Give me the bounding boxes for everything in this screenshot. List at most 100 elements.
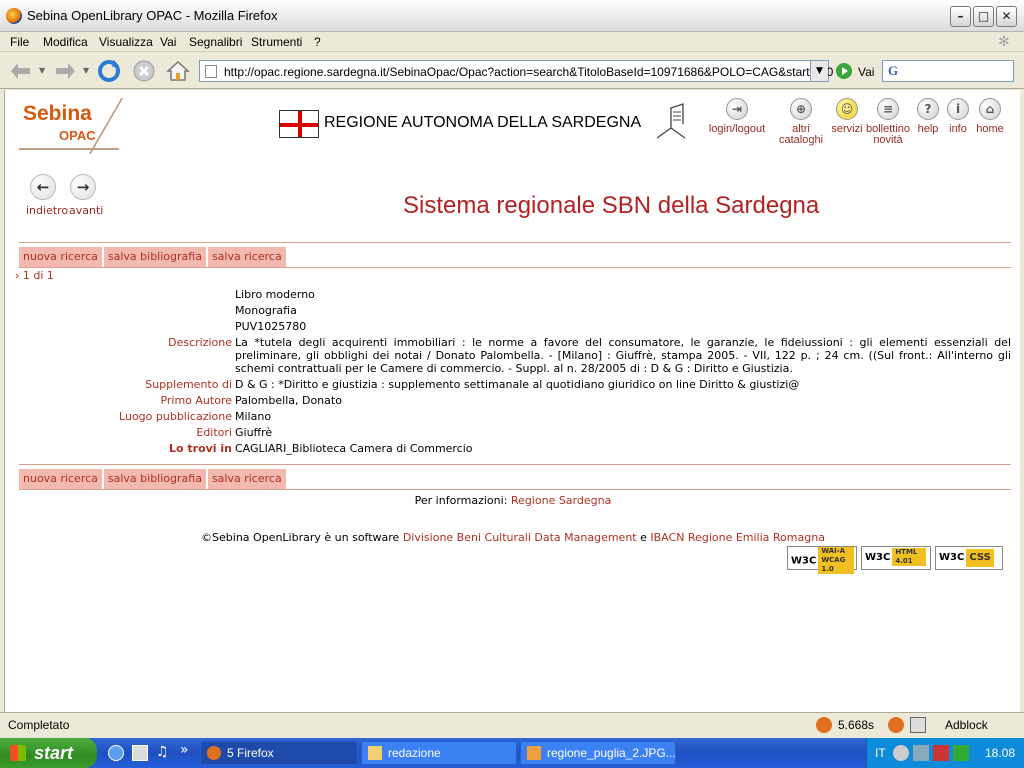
location-value[interactable]: CAGLIARI_Biblioteca Camera di Commercio: [235, 442, 1011, 458]
status-bar: Completato 5.668s Adblock: [0, 712, 1024, 736]
info-line: Per informazioni: Regione Sardegna: [414, 494, 612, 507]
desktop-icon[interactable]: [132, 745, 148, 761]
task-redazione[interactable]: redazione: [361, 741, 517, 765]
go-icon[interactable]: [836, 63, 852, 79]
ibacn-link[interactable]: IBACN Regione Emilia Romagna: [650, 531, 825, 544]
new-search-button[interactable]: nuova ricerca: [19, 469, 102, 489]
back-link[interactable]: indietro: [26, 204, 68, 217]
altri-cataloghi-link[interactable]: ⊕ altri cataloghi: [775, 98, 827, 146]
media-icon[interactable]: ♫: [156, 744, 169, 760]
sebina-logo[interactable]: Sebina OPAC: [19, 98, 124, 154]
menu-visualizza[interactable]: Visualizza: [99, 35, 153, 49]
menu-strumenti[interactable]: Strumenti: [251, 35, 302, 49]
description-value: La *tutela degli acquirenti immobiliari …: [235, 336, 1011, 375]
window-title: Sebina OpenLibrary OPAC - Mozilla Firefo…: [27, 8, 278, 23]
reload-icon[interactable]: [96, 58, 122, 84]
stop-icon[interactable]: [131, 58, 157, 84]
page-info-icon[interactable]: [910, 717, 926, 733]
regione-sardegna-link[interactable]: Regione Sardegna: [511, 494, 611, 507]
copyright-line: ©Sebina OpenLibrary è un software Divisi…: [201, 531, 825, 544]
network-icon[interactable]: [913, 745, 929, 761]
home-link[interactable]: ⌂ home: [975, 98, 1005, 135]
forward-arrow-icon[interactable]: [52, 58, 78, 84]
login-icon: ⇥: [726, 98, 748, 120]
chevron-right-icon[interactable]: »: [180, 742, 189, 758]
task-image-viewer[interactable]: regione_puglia_2.JPG...: [520, 741, 676, 765]
login-logout-link[interactable]: ⇥ login/logout: [705, 98, 769, 135]
status-text: Completato: [8, 718, 70, 732]
data-management-link[interactable]: Divisione Beni Culturali Data Management: [403, 531, 637, 544]
browser-window: Sebina OpenLibrary OPAC - Mozilla Firefo…: [0, 0, 1024, 738]
servizi-link[interactable]: ☺ servizi: [827, 98, 867, 135]
address-bar[interactable]: http://opac.regione.sardegna.it/SebinaOp…: [199, 60, 833, 82]
firefox-status-icon[interactable]: [888, 717, 904, 733]
forward-dropdown-icon[interactable]: ▼: [83, 66, 89, 75]
info-icon: i: [947, 98, 969, 120]
menu-vai[interactable]: Vai: [160, 35, 176, 49]
bollettino-novita-link[interactable]: ≡ bollettino novità: [863, 98, 913, 146]
task-firefox[interactable]: 5 Firefox: [200, 741, 358, 765]
home-icon[interactable]: [165, 58, 191, 84]
info-link[interactable]: i info: [945, 98, 971, 135]
save-search-button[interactable]: salva ricerca: [207, 469, 286, 489]
security-icon[interactable]: [933, 745, 949, 761]
pager[interactable]: › 1 di 1: [15, 269, 54, 282]
page-content: Sebina OPAC REGIONE AUTONOMA DELLA SARDE…: [4, 90, 1020, 712]
firefox-icon: [6, 8, 22, 24]
back-arrow-icon[interactable]: ←: [30, 174, 56, 200]
place-value: Milano: [235, 410, 272, 423]
chevron-right-icon: ›: [15, 269, 20, 282]
tray-icon[interactable]: [893, 745, 909, 761]
help-link[interactable]: ? help: [915, 98, 941, 135]
forward-arrow-icon[interactable]: →: [70, 174, 96, 200]
publisher-value[interactable]: Giuffrè: [235, 426, 1011, 442]
menu-help[interactable]: ?: [314, 35, 321, 49]
bottom-action-bar: nuova ricerca salva bibliografia salva ric…: [19, 467, 288, 489]
update-icon[interactable]: [953, 745, 969, 761]
language-indicator[interactable]: IT: [875, 746, 886, 760]
smiley-icon: ☺: [836, 98, 858, 120]
region-title: REGIONE AUTONOMA DELLA SARDEGNA: [324, 114, 642, 131]
system-tray: IT 18.08: [866, 738, 1024, 768]
ie-icon[interactable]: [108, 745, 124, 761]
record-detail: Libro moderno Monografia PUV1025780 Desc…: [19, 288, 1011, 458]
title-bar: Sebina OpenLibrary OPAC - Mozilla Firefo…: [0, 0, 1024, 32]
html-badge[interactable]: W3C HTML 4.01: [861, 546, 931, 570]
save-bibliography-button[interactable]: salva bibliografia: [103, 247, 206, 267]
close-button[interactable]: ✕: [996, 6, 1017, 27]
wai-badge[interactable]: W3CWAI-A WCAG 1.0: [787, 546, 857, 574]
google-search-box[interactable]: G: [882, 60, 1014, 82]
back-dropdown-icon[interactable]: ▼: [39, 66, 45, 75]
minimize-button[interactable]: –: [950, 6, 971, 27]
css-badge[interactable]: W3C CSS: [935, 546, 1003, 570]
help-icon: ?: [917, 98, 939, 120]
new-search-button[interactable]: nuova ricerca: [19, 247, 102, 267]
page-icon: [205, 65, 217, 78]
sardinia-flag-icon: [279, 110, 319, 138]
start-button[interactable]: start: [0, 738, 97, 768]
maximize-button[interactable]: □: [973, 6, 994, 27]
google-icon: G: [888, 63, 899, 78]
timer-icon: [816, 717, 832, 733]
go-button[interactable]: Vai: [858, 65, 874, 79]
menu-modifica[interactable]: Modifica: [43, 35, 88, 49]
author-value[interactable]: Palombella, Donato: [235, 394, 1011, 410]
page-title: Sistema regionale SBN della Sardegna: [403, 192, 820, 219]
home-icon: ⌂: [979, 98, 1001, 120]
clock: 18.08: [985, 746, 1016, 760]
menu-file[interactable]: File: [10, 35, 29, 49]
news-icon: ≡: [877, 98, 899, 120]
record-type: Libro moderno: [235, 288, 315, 301]
globe-icon: ⊕: [790, 98, 812, 120]
load-time: 5.668s: [838, 718, 875, 732]
url-text: http://opac.regione.sardegna.it/SebinaOp…: [224, 65, 834, 79]
save-search-button[interactable]: salva ricerca: [207, 247, 286, 267]
back-arrow-icon[interactable]: [8, 58, 34, 84]
forward-link[interactable]: avanti: [69, 204, 103, 217]
url-dropdown-icon[interactable]: ▼: [810, 61, 828, 81]
menu-segnalibri[interactable]: Segnalibri: [189, 35, 242, 49]
adblock-button[interactable]: Adblock: [945, 718, 988, 732]
supplement-value[interactable]: D & G : *Diritto e giustizia : supplemen…: [235, 378, 1011, 394]
save-bibliography-button[interactable]: salva bibliografia: [103, 469, 206, 489]
record-id: PUV1025780: [235, 320, 307, 333]
